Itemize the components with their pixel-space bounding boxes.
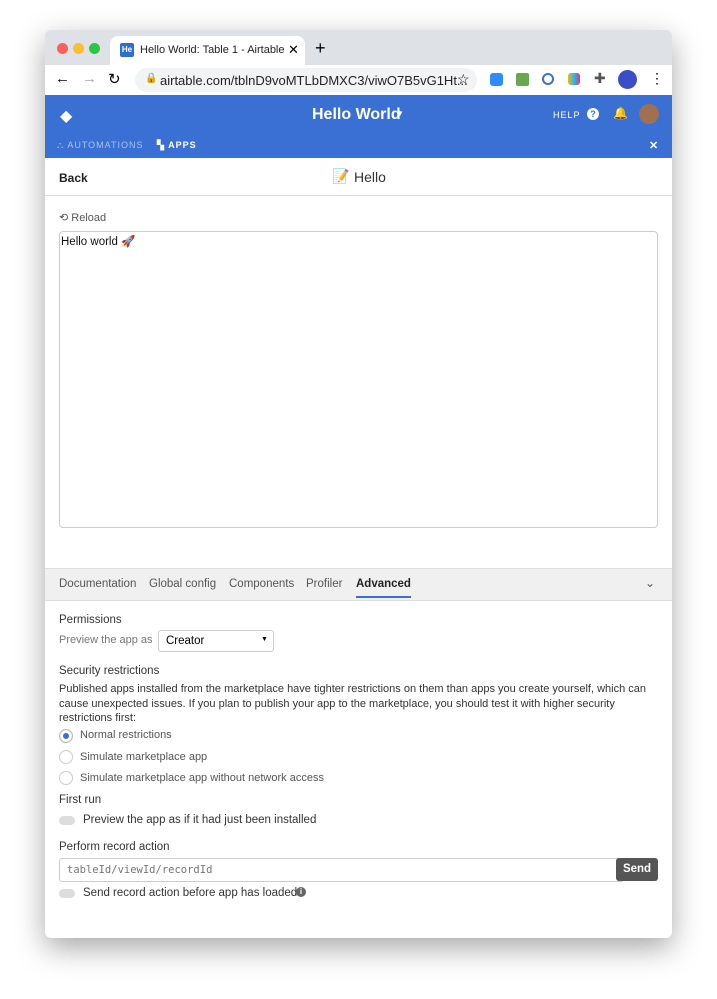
permissions-heading: Permissions [59,614,122,626]
tab-components[interactable]: Components [229,578,294,590]
toggle-label: Send record action before app has loaded [83,887,298,899]
tab-advanced[interactable]: Advanced [356,578,411,598]
info-icon[interactable]: i [296,887,306,897]
role-select-value: Creator [166,635,205,647]
tab-global-config[interactable]: Global config [149,578,216,590]
privacy-extension-icon[interactable] [542,73,554,85]
tab-title: Hello World: Table 1 - Airtable [140,44,285,56]
airtable-extension-icon[interactable] [568,73,580,85]
radio-label: Simulate marketplace app [80,751,208,763]
close-tab-icon[interactable]: ✕ [288,42,299,58]
forward-arrow-icon[interactable]: → [82,70,97,87]
help-link[interactable]: HELP [553,110,581,120]
favicon: He [120,43,134,57]
airtable-header: ◆ Hello World ▼ HELP ? 🔔 ⛬ AUTOMATIONS ▚… [45,95,672,158]
reload-label: Reload [71,212,107,224]
go-extension-icon[interactable] [516,73,529,86]
lock-icon: 🔒 [145,73,158,84]
automations-tab[interactable]: ⛬ AUTOMATIONS [57,140,143,151]
omnibox[interactable]: 🔒 airtable.com/tblnD9voMTLbDMXC3/viwO7B5… [135,68,477,92]
chevron-down-icon[interactable]: ⌄ [645,576,655,590]
role-select[interactable]: Creator ▼ [158,630,274,652]
apps-tab[interactable]: ▚ APPS [157,140,197,151]
address-bar-row: ← → ↻ 🔒 airtable.com/tblnD9voMTLbDMXC3/v… [45,65,672,95]
profile-avatar[interactable] [618,70,637,89]
close-window-button[interactable] [57,43,68,54]
select-caret-icon: ▼ [261,636,268,643]
puzzle-extensions-icon[interactable]: ✚ [594,70,606,87]
app-title: Hello [354,169,386,185]
zoom-window-button[interactable] [89,43,100,54]
help-icon[interactable]: ? [587,108,599,120]
app-output: Hello world 🚀 [61,236,136,248]
caret-down-icon[interactable]: ▼ [396,109,404,118]
base-name[interactable]: Hello World [312,106,401,124]
close-panel-icon[interactable]: ✕ [649,139,658,152]
tab-strip: He Hello World: Table 1 - Airtable ✕ + [45,30,672,65]
reload-button[interactable]: ⟲ Reload [59,211,106,224]
minimize-window-button[interactable] [73,43,84,54]
app-frame: Hello world 🚀 [59,231,658,528]
menu-kebab-icon[interactable]: ⋮ [650,70,664,87]
first-run-heading: First run [59,794,102,806]
browser-tab[interactable]: He Hello World: Table 1 - Airtable ✕ [110,36,305,65]
app-header: Back 📝 Hello [45,158,672,196]
airtable-logo-icon[interactable]: ◆ [60,106,72,126]
zoom-extension-icon[interactable] [490,73,503,86]
tab-profiler[interactable]: Profiler [306,578,342,590]
record-action-heading: Perform record action [59,841,170,853]
security-description: Published apps installed from the market… [59,683,646,724]
preview-as-label: Preview the app as [59,634,153,646]
url-text: airtable.com/tblnD9voMTLbDMXC3/viwO7B5vG… [160,73,468,88]
radio-label: Normal restrictions [80,729,172,741]
new-tab-icon[interactable]: + [315,38,326,59]
browser-window: He Hello World: Table 1 - Airtable ✕ + ←… [45,30,672,938]
edit-note-icon: 📝 [332,168,350,184]
bell-icon[interactable]: 🔔 [613,106,628,120]
record-action-input[interactable] [59,858,624,882]
tab-documentation[interactable]: Documentation [59,578,136,590]
back-button[interactable]: Back [59,171,88,185]
radio-label: Simulate marketplace app without network… [80,772,324,784]
devtools-tabs: Documentation Global config Components P… [45,568,672,601]
reload-icon[interactable]: ↻ [108,70,121,88]
toggle-label: Preview the app as if it had just been i… [83,814,317,826]
star-icon[interactable]: ☆ [457,71,470,88]
send-button[interactable]: Send [616,858,658,881]
security-heading: Security restrictions [59,665,160,677]
apps-label: APPS [168,140,197,150]
automations-label: AUTOMATIONS [67,140,144,150]
user-avatar[interactable] [639,104,659,124]
back-arrow-icon[interactable]: ← [55,70,70,87]
